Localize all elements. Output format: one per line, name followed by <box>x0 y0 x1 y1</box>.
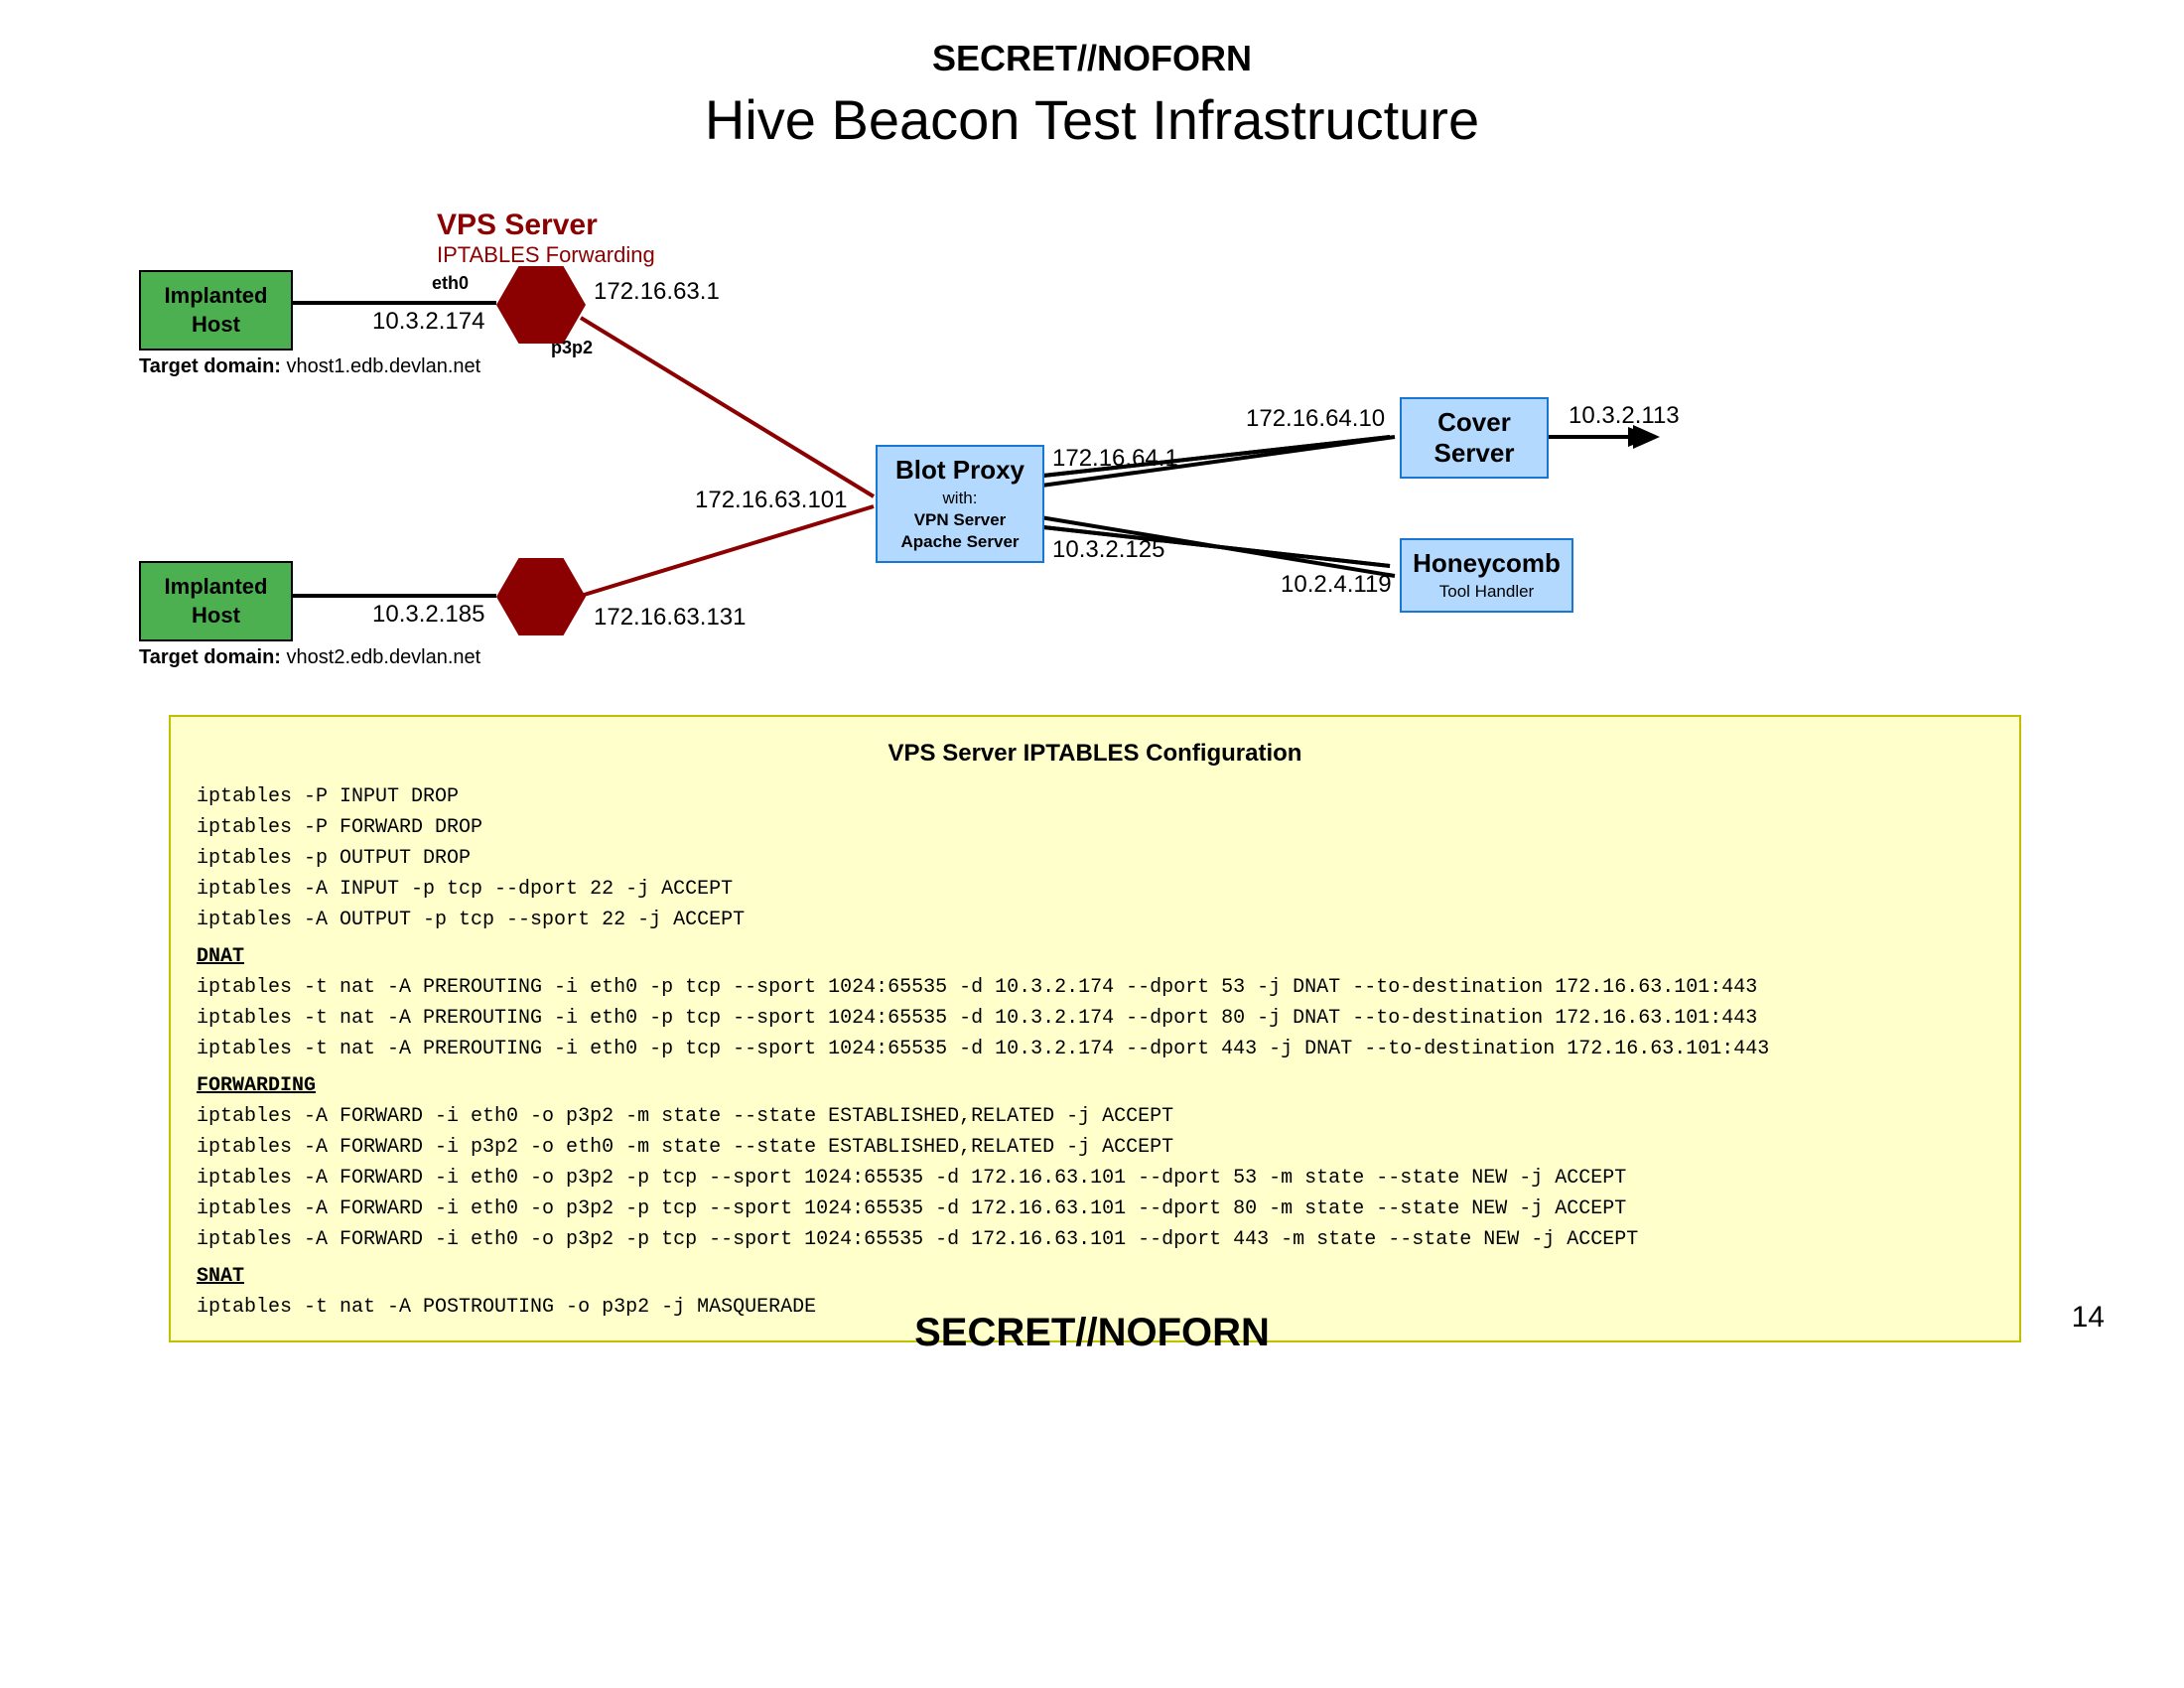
config-fwd-0: iptables -A FORWARD -i eth0 -o p3p2 -m s… <box>197 1101 1993 1132</box>
blot-title: Blot Proxy <box>886 455 1034 486</box>
hexagon-icon-1 <box>496 266 586 344</box>
config-fwd-2: iptables -A FORWARD -i eth0 -o p3p2 -p t… <box>197 1163 1993 1194</box>
dnat-header: DNAT <box>197 941 1993 972</box>
config-fwd-1: iptables -A FORWARD -i p3p2 -o eth0 -m s… <box>197 1132 1993 1163</box>
cover-title: Cover Server <box>1410 407 1539 469</box>
config-base-3: iptables -A INPUT -p tcp --dport 22 -j A… <box>197 874 1993 905</box>
honeycomb-title: Honeycomb <box>1410 548 1564 579</box>
config-fwd-3: iptables -A FORWARD -i eth0 -o p3p2 -p t… <box>197 1194 1993 1224</box>
config-base-1: iptables -P FORWARD DROP <box>197 812 1993 843</box>
config-dnat-1: iptables -t nat -A PREROUTING -i eth0 -p… <box>197 1003 1993 1034</box>
honeycomb-box: Honeycomb Tool Handler <box>1400 538 1573 613</box>
host1-domain: Target domain: vhost1.edb.devlan.net <box>139 355 480 378</box>
vps-title: VPS Server <box>437 209 655 242</box>
host1-label: Implanted Host <box>165 283 268 337</box>
host2-ip-right: 172.16.63.131 <box>594 604 746 632</box>
config-dnat-0: iptables -t nat -A PREROUTING -i eth0 -p… <box>197 972 1993 1003</box>
config-title: VPS Server IPTABLES Configuration <box>197 735 1993 772</box>
honeycomb-ip-left: 10.2.4.119 <box>1281 571 1392 599</box>
config-dnat-2: iptables -t nat -A PREROUTING -i eth0 -p… <box>197 1034 1993 1064</box>
host2-label: Implanted Host <box>165 574 268 628</box>
host2-ip-left: 10.3.2.185 <box>372 601 484 629</box>
blot-ip-bot-right: 10.3.2.125 <box>1052 536 1164 564</box>
honeycomb-sub: Tool Handler <box>1410 581 1564 603</box>
blot-proxy-box: Blot Proxy with: VPN Server Apache Serve… <box>876 445 1044 563</box>
iptables-config-box: VPS Server IPTABLES Configuration iptabl… <box>169 715 2021 1342</box>
host1-ip-right: 172.16.63.1 <box>594 278 720 306</box>
p3p2-label-1: p3p2 <box>551 338 593 358</box>
config-fwd-4: iptables -A FORWARD -i eth0 -o p3p2 -p t… <box>197 1224 1993 1255</box>
config-base-2: iptables -p OUTPUT DROP <box>197 843 1993 874</box>
host2-domain: Target domain: vhost2.edb.devlan.net <box>139 646 480 669</box>
classification-bottom: SECRET//NOFORN <box>0 1311 2184 1355</box>
vps-subtitle: IPTABLES Forwarding <box>437 242 655 268</box>
config-base-0: iptables -P INPUT DROP <box>197 781 1993 812</box>
host1-ip-left: 10.3.2.174 <box>372 308 484 336</box>
implanted-host-1: Implanted Host <box>139 270 293 351</box>
config-base-4: iptables -A OUTPUT -p tcp --sport 22 -j … <box>197 905 1993 935</box>
cover-ip-left: 172.16.64.10 <box>1246 405 1385 433</box>
eth0-label-1: eth0 <box>432 273 469 294</box>
cover-server-box: Cover Server <box>1400 397 1549 479</box>
hexagon-icon-2 <box>496 558 586 635</box>
blot-ip-left: 172.16.63.101 <box>695 487 847 514</box>
fwd-header: FORWARDING <box>197 1070 1993 1101</box>
page-title: Hive Beacon Test Infrastructure <box>0 87 2184 152</box>
classification-top: SECRET//NOFORN <box>0 38 2184 79</box>
snat-header: SNAT <box>197 1261 1993 1292</box>
cover-ip-right: 10.3.2.113 <box>1569 402 1680 430</box>
implanted-host-2: Implanted Host <box>139 561 293 641</box>
blot-ip-top-right: 172.16.64.1 <box>1052 445 1178 473</box>
